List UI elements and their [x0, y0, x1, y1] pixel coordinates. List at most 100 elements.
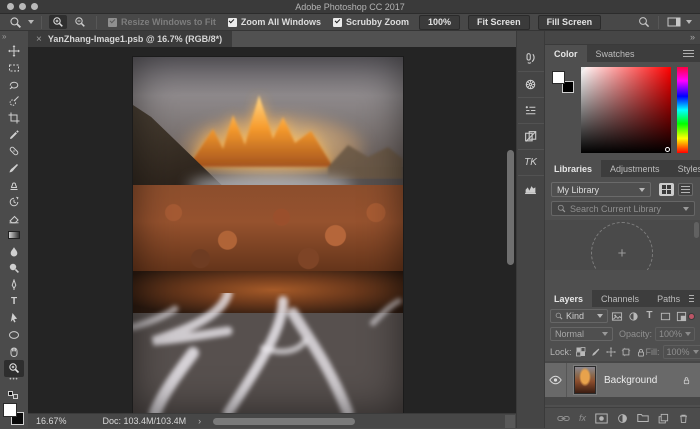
crop-tool[interactable]	[4, 110, 24, 127]
lock-transparency-icon[interactable]	[576, 347, 586, 357]
list-view-button[interactable]	[678, 183, 693, 196]
search-icon[interactable]	[638, 16, 650, 28]
rectangular-marquee-tool[interactable]	[4, 60, 24, 77]
resize-windows-to-fit-checkbox[interactable]: Resize Windows to Fit	[108, 17, 216, 27]
filter-shape-layers-icon[interactable]	[658, 309, 672, 323]
status-document-sizes[interactable]: Doc: 103.4M/103.4M	[77, 416, 195, 426]
zoom-out-button[interactable]	[71, 15, 89, 29]
type-tool[interactable]: T	[4, 293, 24, 310]
zoom-100-button[interactable]: 100%	[419, 15, 460, 30]
path-selection-tool[interactable]	[4, 310, 24, 327]
document-image[interactable]	[133, 57, 403, 413]
lock-pixels-icon[interactable]	[591, 347, 601, 357]
panel-menu-icon[interactable]	[683, 50, 694, 57]
library-search-input[interactable]: Search Current Library	[551, 201, 695, 216]
adjustments-panel-icon[interactable]	[518, 71, 544, 97]
dodge-tool[interactable]	[4, 260, 24, 277]
zoom-tool[interactable]	[4, 360, 24, 377]
clone-source-panel-icon[interactable]	[518, 123, 544, 149]
quick-selection-tool[interactable]	[4, 93, 24, 110]
library-select[interactable]: My Library	[551, 182, 651, 197]
fill-screen-button[interactable]: Fill Screen	[538, 15, 602, 30]
hand-tool[interactable]	[4, 343, 24, 360]
status-options-chevron-icon[interactable]: ›	[194, 416, 205, 426]
delete-layer-button[interactable]	[678, 413, 689, 424]
lock-position-icon[interactable]	[606, 347, 616, 357]
lock-artboard-icon[interactable]	[621, 347, 631, 357]
filter-kind-select[interactable]: Kind	[550, 309, 608, 323]
tab-libraries[interactable]: Libraries	[545, 160, 601, 177]
filter-smart-objects-icon[interactable]	[674, 309, 688, 323]
add-adjustment-layer-button[interactable]	[617, 413, 628, 424]
new-group-button[interactable]	[637, 413, 649, 423]
layer-thumbnail[interactable]	[574, 366, 596, 394]
workspace-switcher-icon[interactable]	[667, 16, 681, 28]
swap-colors-icon[interactable]	[8, 391, 20, 401]
collapse-panels-icon[interactable]: »	[690, 32, 695, 42]
grid-view-button[interactable]	[659, 183, 674, 196]
filtering-toggle[interactable]	[688, 313, 695, 320]
link-layers-button[interactable]	[557, 413, 570, 424]
foreground-background-swatches[interactable]	[2, 402, 26, 428]
eraser-tool[interactable]	[4, 210, 24, 227]
new-layer-button[interactable]	[658, 413, 669, 424]
spot-healing-brush-tool[interactable]	[4, 143, 24, 160]
pasteboard[interactable]	[28, 47, 516, 413]
collapse-toolbar-icon[interactable]: »	[0, 31, 6, 43]
hue-slider[interactable]	[677, 67, 688, 153]
layer-style-button[interactable]: fx	[579, 413, 586, 423]
tab-channels[interactable]: Channels	[592, 290, 648, 307]
chevron-down-icon[interactable]	[683, 207, 689, 214]
tk-actions-panel-icon[interactable]: TK	[518, 149, 544, 175]
tab-layers[interactable]: Layers	[545, 290, 592, 307]
library-scrollbar-thumb[interactable]	[694, 222, 699, 238]
color-panel-swatches[interactable]	[551, 70, 577, 96]
saturation-brightness-field[interactable]	[581, 67, 671, 153]
zoom-all-windows-checkbox[interactable]: Zoom All Windows	[228, 17, 321, 27]
library-drop-target[interactable]: +	[591, 222, 653, 270]
gradient-tool[interactable]	[4, 227, 24, 244]
pen-tool[interactable]	[4, 277, 24, 294]
chevron-down-icon[interactable]	[686, 20, 692, 27]
move-tool[interactable]	[4, 43, 24, 60]
zoom-tool-icon[interactable]	[6, 15, 24, 29]
blur-tool[interactable]	[4, 243, 24, 260]
blend-mode-select[interactable]: Normal	[550, 327, 613, 341]
lock-all-icon[interactable]	[636, 347, 646, 358]
filter-adjustment-layers-icon[interactable]	[626, 309, 640, 323]
horizontal-scrollbar-thumb[interactable]	[213, 418, 355, 425]
chevron-down-icon[interactable]	[28, 20, 34, 27]
foreground-color-swatch[interactable]	[3, 403, 17, 417]
tab-adjustments[interactable]: Adjustments	[601, 160, 669, 177]
brush-tool[interactable]	[4, 160, 24, 177]
eyedropper-tool[interactable]	[4, 126, 24, 143]
color-picker-marker[interactable]	[665, 147, 670, 152]
vertical-scrollbar[interactable]	[507, 51, 514, 409]
vertical-scrollbar-thumb[interactable]	[507, 150, 514, 265]
info-panel-icon[interactable]	[518, 97, 544, 123]
scrubby-zoom-checkbox[interactable]: Scrubby Zoom	[333, 17, 409, 27]
close-icon[interactable]: ×	[36, 34, 42, 45]
panel-menu-icon[interactable]	[689, 295, 694, 302]
history-brush-tool[interactable]	[4, 193, 24, 210]
tab-swatches[interactable]: Swatches	[587, 45, 644, 62]
histogram-panel-icon[interactable]	[518, 175, 544, 201]
document-tab[interactable]: × YanZhang-Image1.psb @ 16.7% (RGB/8*)	[28, 31, 232, 47]
horizontal-scrollbar[interactable]	[205, 414, 505, 429]
layer-row-background[interactable]: Background	[545, 363, 700, 397]
library-content-area[interactable]: +	[545, 220, 700, 270]
lasso-tool[interactable]	[4, 76, 24, 93]
layer-name[interactable]: Background	[604, 375, 657, 386]
edit-toolbar-icon[interactable]: •••	[9, 377, 18, 389]
fit-screen-button[interactable]: Fit Screen	[468, 15, 530, 30]
clone-stamp-tool[interactable]	[4, 177, 24, 194]
layer-visibility-toggle[interactable]	[545, 363, 567, 397]
tab-paths[interactable]: Paths	[648, 290, 689, 307]
tab-styles[interactable]: Styles	[669, 160, 700, 177]
tab-color[interactable]: Color	[545, 45, 587, 62]
history-panel-icon[interactable]	[518, 45, 544, 71]
ellipse-shape-tool[interactable]	[4, 327, 24, 344]
fill-input[interactable]: 100%	[663, 345, 700, 359]
filter-type-layers-icon[interactable]: T	[642, 309, 656, 323]
filter-pixel-layers-icon[interactable]	[610, 309, 624, 323]
